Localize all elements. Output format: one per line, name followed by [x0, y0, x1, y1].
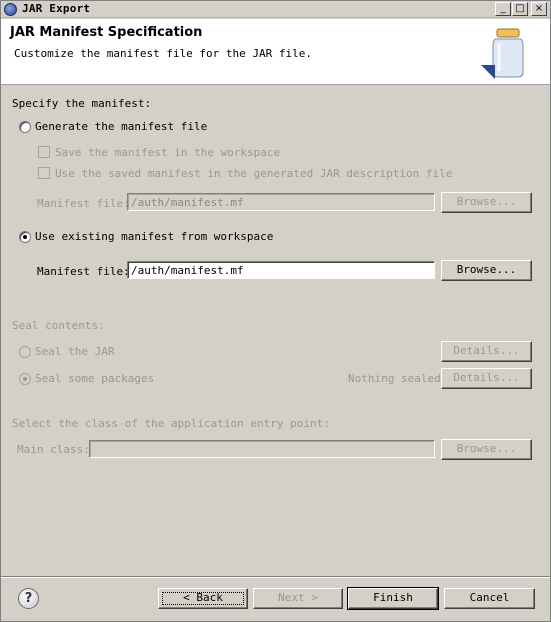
window-title: JAR Export — [22, 2, 91, 15]
generated-manifest-file-field[interactable]: /auth/manifest.mf — [127, 193, 435, 211]
use-existing-manifest-radio[interactable] — [19, 231, 31, 243]
jar-export-dialog: JAR Export _ □ × JAR Manifest Specificat… — [0, 0, 551, 622]
reuse-manifest-label: Use the saved manifest in the generated … — [55, 167, 453, 180]
footer-separator — [1, 576, 550, 578]
wizard-header: JAR Manifest Specification Customize the… — [1, 19, 550, 85]
cancel-button[interactable]: Cancel — [444, 588, 535, 609]
reuse-manifest-checkbox[interactable] — [38, 167, 50, 179]
help-icon[interactable]: ? — [18, 588, 39, 609]
existing-manifest-file-label: Manifest file: — [37, 265, 130, 278]
generated-manifest-file-label: Manifest file: — [37, 197, 130, 210]
existing-browse-button[interactable]: Browse... — [441, 260, 532, 281]
next-button[interactable]: Next > — [253, 588, 343, 609]
entry-point-label: Select the class of the application entr… — [12, 417, 330, 430]
seal-jar-details-button[interactable]: Details... — [441, 341, 532, 362]
main-class-label: Main class: — [17, 443, 90, 456]
main-class-field[interactable] — [89, 440, 435, 458]
generate-manifest-radio[interactable] — [19, 121, 31, 133]
seal-jar-radio[interactable] — [19, 346, 31, 358]
seal-jar-label: Seal the JAR — [35, 345, 115, 358]
page-subtitle: Customize the manifest file for the JAR … — [14, 47, 313, 60]
generate-manifest-label[interactable]: Generate the manifest file — [35, 120, 207, 133]
existing-manifest-file-field[interactable]: /auth/manifest.mf — [127, 261, 435, 279]
close-button[interactable]: × — [531, 2, 547, 16]
minimize-button[interactable]: _ — [495, 2, 511, 16]
eclipse-icon — [4, 3, 17, 16]
back-button[interactable]: < Back — [158, 588, 248, 609]
use-existing-manifest-label[interactable]: Use existing manifest from workspace — [35, 230, 273, 243]
save-manifest-label: Save the manifest in the workspace — [55, 146, 281, 159]
page-title: JAR Manifest Specification — [10, 25, 203, 40]
maximize-button[interactable]: □ — [512, 2, 528, 16]
seal-packages-label: Seal some packages — [35, 372, 155, 385]
seal-packages-details-button[interactable]: Details... — [441, 368, 532, 389]
jar-icon — [481, 28, 524, 79]
generated-browse-button[interactable]: Browse... — [441, 192, 532, 213]
title-bar[interactable]: JAR Export _ □ × — [1, 1, 550, 18]
seal-packages-radio[interactable] — [19, 373, 31, 385]
specify-manifest-label: Specify the manifest: — [12, 97, 152, 110]
main-class-browse-button[interactable]: Browse... — [441, 439, 532, 460]
save-manifest-checkbox[interactable] — [38, 146, 50, 158]
finish-button[interactable]: Finish — [347, 587, 439, 610]
seal-contents-label: Seal contents: — [12, 319, 105, 332]
nothing-sealed-text: Nothing sealed — [348, 372, 441, 385]
